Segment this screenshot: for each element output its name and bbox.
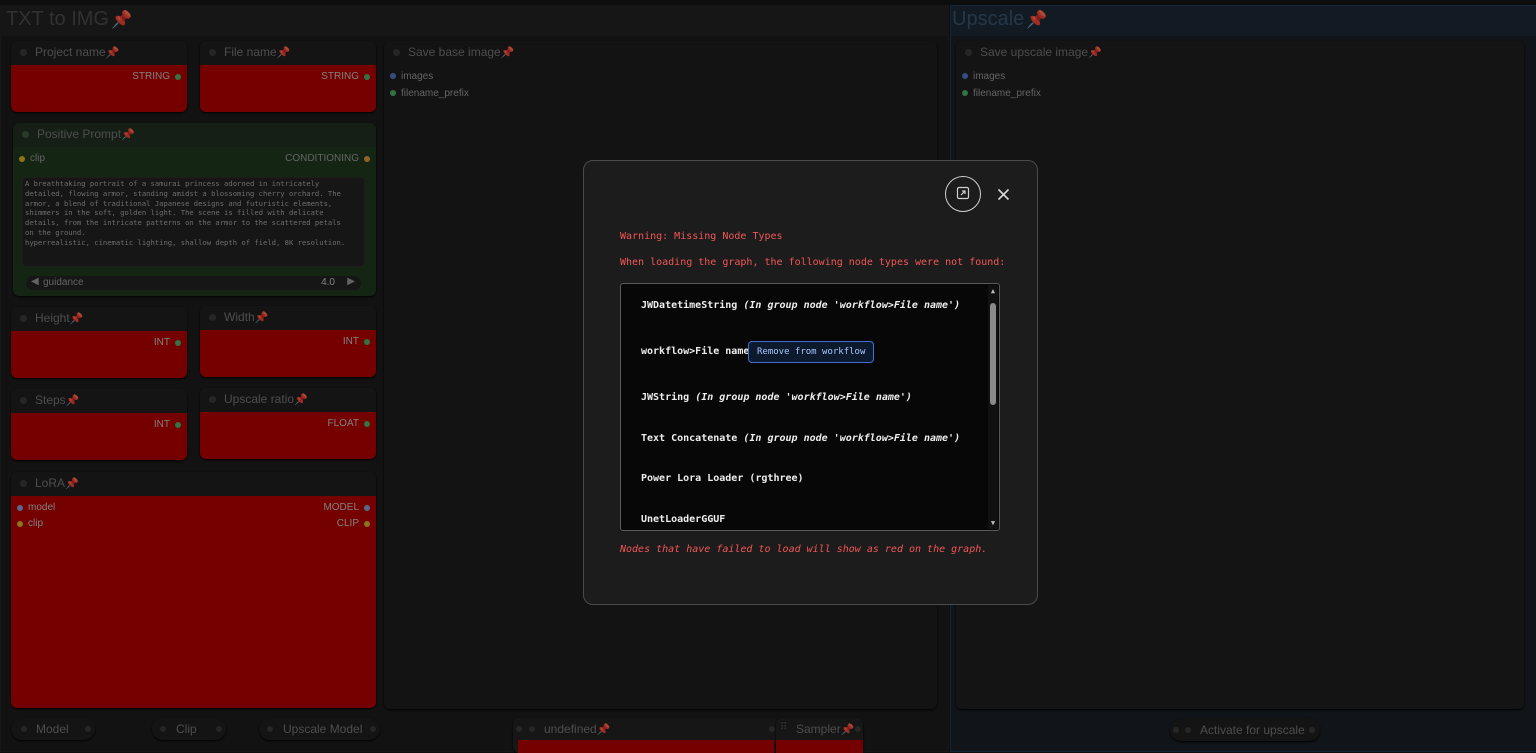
list-item: UnetLoaderGGUF — [641, 514, 726, 525]
footer-note: Nodes that have failed to load will show… — [620, 544, 988, 555]
warning-title: Warning: Missing Node Types — [620, 231, 783, 242]
scrollbar-thumb[interactable] — [990, 303, 996, 405]
maximize-icon — [956, 185, 970, 204]
close-icon — [997, 186, 1010, 205]
missing-nodes-list[interactable]: JWDatetimeString (In group node 'workflo… — [620, 283, 1000, 531]
list-item: JWString (In group node 'workflow>File n… — [641, 392, 912, 403]
scroll-down-icon[interactable]: ▼ — [988, 519, 998, 527]
scroll-up-icon[interactable]: ▲ — [988, 287, 998, 295]
list-item: Text Concatenate (In group node 'workflo… — [641, 433, 961, 444]
missing-nodes-dialog: Warning: Missing Node Types When loading… — [583, 160, 1038, 605]
list-scrollbar[interactable]: ▲ ▼ — [988, 285, 998, 529]
warning-description: When loading the graph, the following no… — [620, 257, 1006, 268]
remove-from-workflow-button[interactable]: Remove from workflow — [748, 341, 875, 363]
list-item: JWDatetimeString (In group node 'workflo… — [641, 300, 961, 311]
maximize-button[interactable] — [945, 176, 981, 212]
close-button[interactable] — [993, 185, 1013, 205]
list-item: Power Lora Loader (rgthree) — [641, 473, 804, 484]
list-item: workflow>File name — [641, 346, 750, 357]
